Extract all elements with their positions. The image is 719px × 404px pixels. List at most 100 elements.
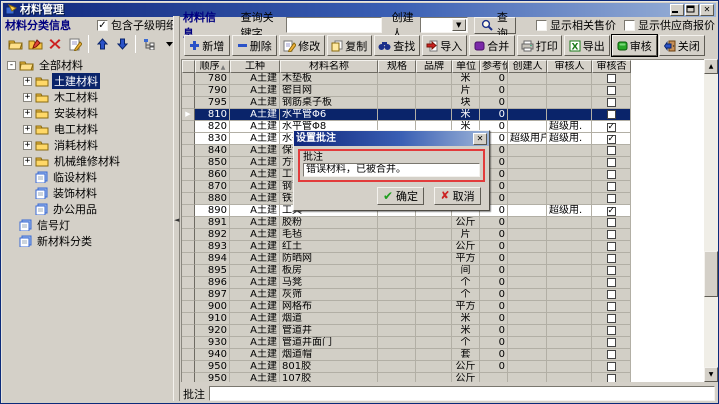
cell-seq[interactable]: 780 [195, 73, 230, 85]
expand-icon[interactable]: + [23, 125, 32, 134]
cell-audited[interactable] [592, 349, 631, 361]
cell-price[interactable]: 0 [480, 337, 508, 349]
table-row[interactable]: ▶810A土建水平管Φ6米0 [182, 109, 704, 121]
cell-spec[interactable] [378, 373, 416, 382]
cell-price[interactable]: 0 [480, 109, 508, 121]
expand-icon[interactable]: + [23, 77, 32, 86]
cell-sel[interactable] [182, 121, 195, 133]
cell-auditor[interactable] [547, 181, 592, 193]
cell-audited[interactable] [592, 169, 631, 181]
cell-brand[interactable] [416, 289, 452, 301]
cell-creator[interactable]: 超级用户 [508, 133, 547, 145]
cell-price[interactable]: 0 [480, 289, 508, 301]
cell-creator[interactable] [508, 229, 547, 241]
cell-auditor[interactable] [547, 157, 592, 169]
cell-audited[interactable] [592, 277, 631, 289]
audited-checkbox[interactable] [607, 218, 616, 227]
table-row[interactable]: 892A土建毛毡片0 [182, 229, 704, 241]
cell-audited[interactable] [592, 361, 631, 373]
cell-name[interactable]: 毛毡 [280, 229, 378, 241]
cell-trade[interactable]: A土建 [230, 253, 280, 265]
column-header-auditor[interactable]: 审核人 [547, 60, 592, 73]
audited-checkbox[interactable] [607, 194, 616, 203]
cell-audited[interactable] [592, 241, 631, 253]
cell-auditor[interactable]: 超级用. [547, 133, 592, 145]
cell-name[interactable]: 防晒网 [280, 253, 378, 265]
move-down-tool-button[interactable] [112, 34, 132, 54]
cell-unit[interactable]: 套 [452, 349, 480, 361]
cell-trade[interactable]: A土建 [230, 373, 280, 382]
cell-audited[interactable] [592, 325, 631, 337]
cell-auditor[interactable] [547, 73, 592, 85]
merge-button[interactable]: 合并 [469, 35, 515, 56]
cell-creator[interactable] [508, 361, 547, 373]
rename-note-tool-button[interactable] [65, 34, 85, 54]
audited-checkbox[interactable]: ✓ [607, 123, 616, 132]
dialog-close-button[interactable]: ✕ [473, 133, 487, 145]
audited-checkbox[interactable] [607, 350, 616, 359]
cell-seq[interactable]: 893 [195, 241, 230, 253]
cell-spec[interactable] [378, 325, 416, 337]
cell-unit[interactable]: 公斤 [452, 361, 480, 373]
cell-sel[interactable] [182, 217, 195, 229]
cell-sel[interactable] [182, 301, 195, 313]
expand-icon[interactable]: + [23, 93, 32, 102]
audited-checkbox[interactable] [607, 362, 616, 371]
show-supplier-quote-option[interactable]: 显示供应商报价 [624, 17, 715, 33]
column-header-seq[interactable]: 顺序▲ [195, 60, 230, 73]
cell-trade[interactable]: A土建 [230, 265, 280, 277]
cell-spec[interactable] [378, 277, 416, 289]
add-button[interactable]: 新增 [184, 35, 230, 56]
audited-checkbox[interactable] [607, 338, 616, 347]
audited-checkbox[interactable] [607, 290, 616, 299]
column-header-brand[interactable]: 品牌 [416, 60, 452, 73]
cell-price[interactable]: 0 [480, 301, 508, 313]
cell-sel[interactable] [182, 85, 195, 97]
cell-auditor[interactable] [547, 277, 592, 289]
cell-audited[interactable] [592, 181, 631, 193]
cell-seq[interactable]: 897 [195, 289, 230, 301]
cell-trade[interactable]: A土建 [230, 313, 280, 325]
cell-creator[interactable] [508, 289, 547, 301]
table-row[interactable]: 896A土建马凳个0 [182, 277, 704, 289]
cell-spec[interactable] [378, 85, 416, 97]
cell-audited[interactable] [592, 337, 631, 349]
expand-icon[interactable]: + [23, 157, 32, 166]
table-row[interactable]: 920A土建管道井米0 [182, 325, 704, 337]
audited-checkbox[interactable] [607, 254, 616, 263]
cell-seq[interactable]: 940 [195, 349, 230, 361]
cell-unit[interactable]: 个 [452, 277, 480, 289]
cell-audited[interactable] [592, 193, 631, 205]
cell-brand[interactable] [416, 349, 452, 361]
cell-spec[interactable] [378, 313, 416, 325]
cell-auditor[interactable] [547, 241, 592, 253]
cell-auditor[interactable] [547, 229, 592, 241]
collapse-icon[interactable]: - [7, 61, 16, 70]
close-window-button[interactable]: 关闭 [659, 35, 705, 56]
cell-seq[interactable]: 900 [195, 301, 230, 313]
delete-button[interactable]: 删除 [232, 35, 278, 56]
column-header-price[interactable]: 参考价 [480, 60, 508, 73]
cell-sel[interactable] [182, 145, 195, 157]
audited-checkbox[interactable] [607, 242, 616, 251]
cell-creator[interactable] [508, 109, 547, 121]
cell-spec[interactable] [378, 265, 416, 277]
table-row[interactable]: 891A土建胶粉公斤0 [182, 217, 704, 229]
cell-spec[interactable] [378, 97, 416, 109]
cell-unit[interactable]: 公斤 [452, 217, 480, 229]
audited-checkbox[interactable] [607, 302, 616, 311]
cell-price[interactable]: 0 [480, 217, 508, 229]
cell-price[interactable]: 0 [480, 85, 508, 97]
show-sale-price-option[interactable]: 显示相关售价 [536, 17, 616, 33]
cell-unit[interactable]: 片 [452, 85, 480, 97]
table-row[interactable]: 895A土建板房间0 [182, 265, 704, 277]
expand-icon[interactable]: + [23, 141, 32, 150]
cell-name[interactable]: 烟道帽 [280, 349, 378, 361]
cell-audited[interactable] [592, 265, 631, 277]
cell-name[interactable]: 网格布 [280, 301, 378, 313]
table-row[interactable]: 894A土建防晒网平方0 [182, 253, 704, 265]
cell-audited[interactable] [592, 301, 631, 313]
tree-item[interactable]: +机械维修材料 [3, 153, 171, 169]
column-header-spec[interactable]: 规格 [378, 60, 416, 73]
cell-sel[interactable] [182, 193, 195, 205]
